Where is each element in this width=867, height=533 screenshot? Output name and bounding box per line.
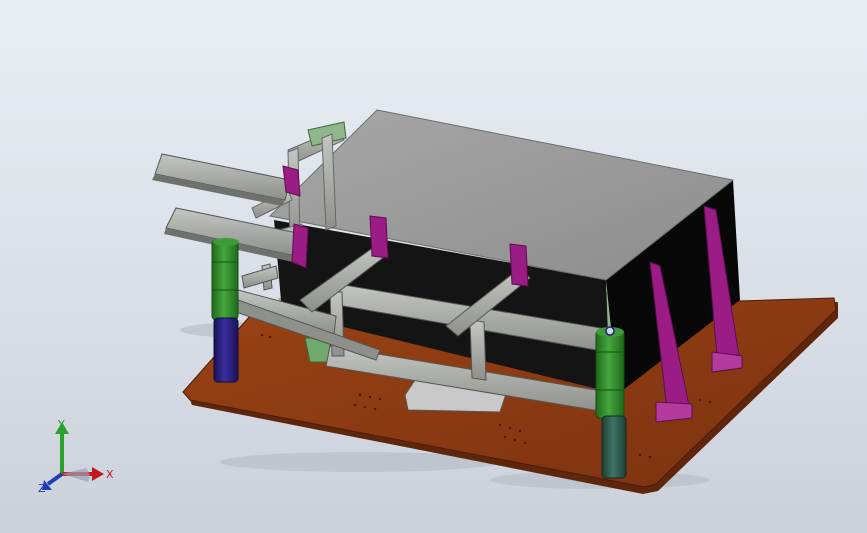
assembly-model[interactable]	[0, 0, 867, 533]
triad-plane-icon	[62, 468, 90, 482]
x-axis-arrow-icon	[92, 467, 104, 481]
x-axis-label: X	[106, 468, 114, 481]
orientation-triad[interactable]: Y X Z	[38, 418, 118, 494]
z-axis-line	[46, 472, 64, 486]
column-left[interactable]	[211, 238, 239, 383]
y-axis-label: Y	[57, 418, 65, 431]
cad-viewport[interactable]: Y X Z	[0, 0, 867, 533]
z-axis-label: Z	[38, 482, 46, 494]
